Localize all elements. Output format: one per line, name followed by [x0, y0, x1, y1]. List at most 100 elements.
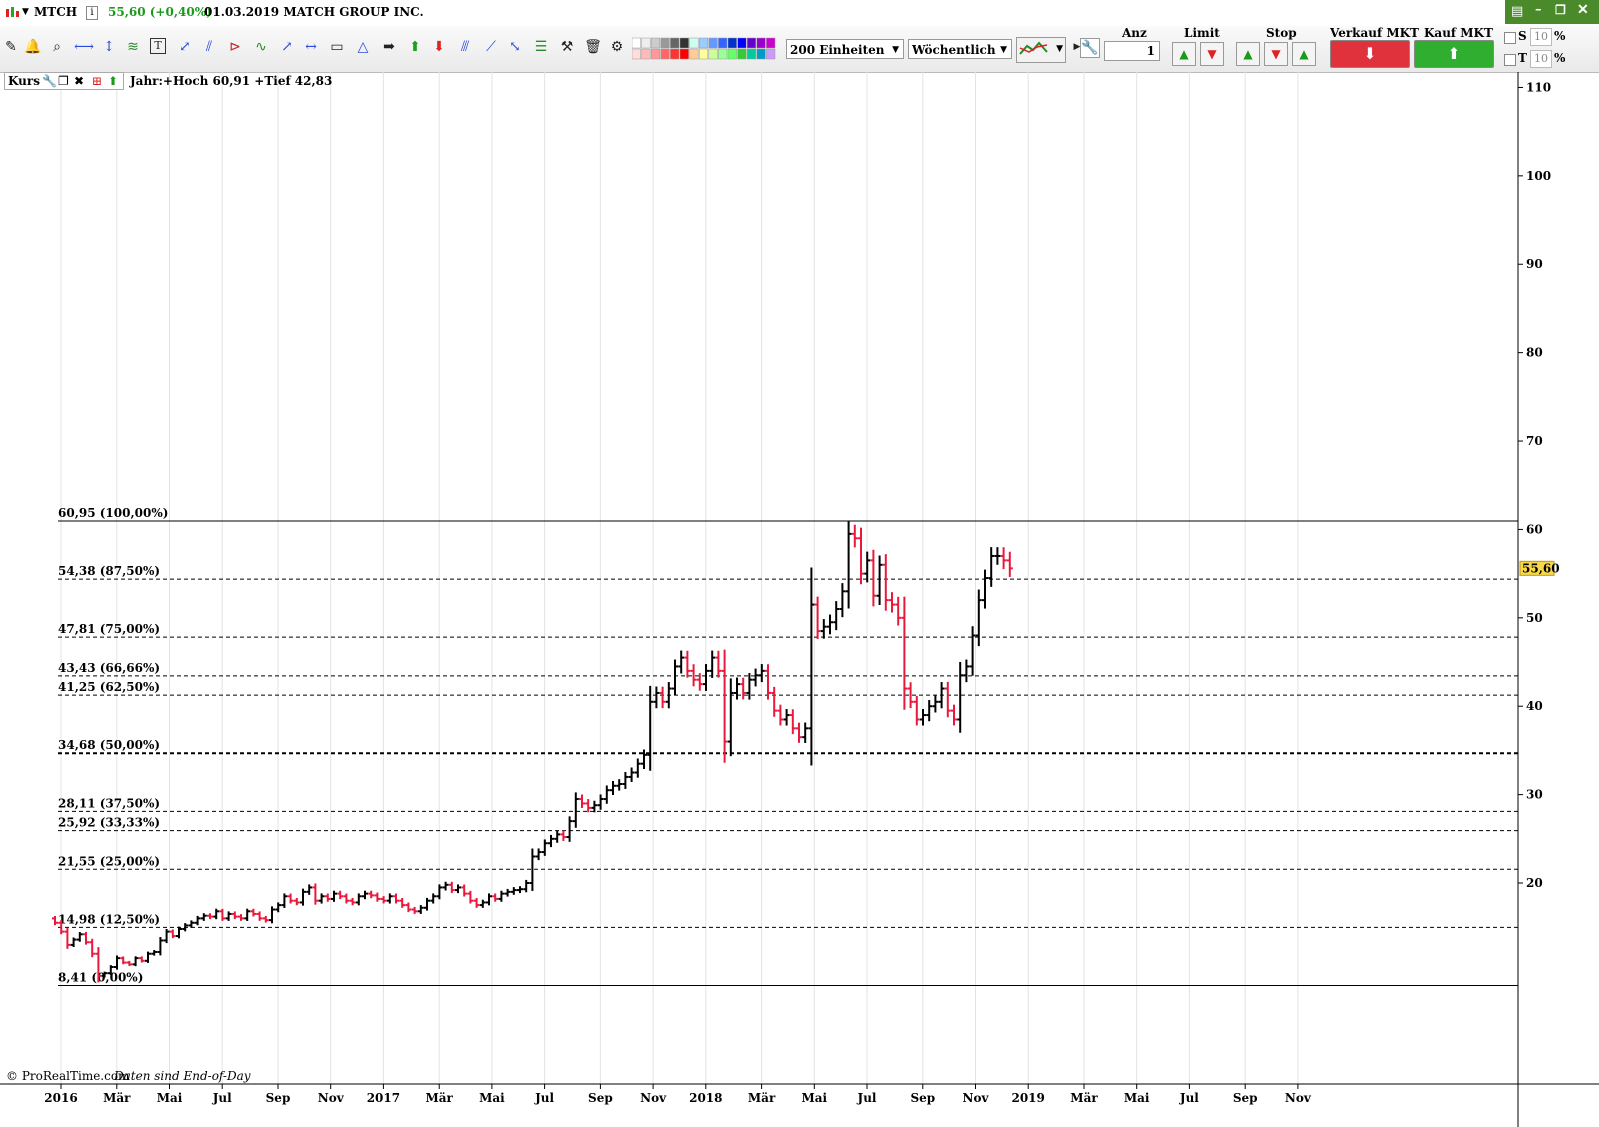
color-swatch [708, 48, 718, 60]
x-tick-label: Mär [748, 1091, 776, 1105]
tools-icon[interactable]: ⚒ [558, 38, 576, 56]
s-checkbox[interactable] [1504, 32, 1516, 44]
arrow-down-icon[interactable]: ⬇ [430, 38, 448, 56]
t-value-input[interactable]: 10 [1530, 50, 1552, 68]
x-tick-label: Mär [103, 1091, 131, 1105]
chart-style-icon [1019, 41, 1048, 55]
color-palette[interactable] [632, 37, 780, 61]
trash-icon[interactable]: 🗑 [584, 38, 602, 56]
quantity-input[interactable]: 1 [1104, 41, 1160, 61]
y-tick-label: 110 [1526, 80, 1551, 94]
fib-level-label: 41,25 (62,50%) [58, 680, 160, 694]
text-indicator-icon[interactable]: ≋ [124, 38, 142, 56]
color-swatch [737, 37, 747, 49]
fib-level-label: 25,92 (33,33%) [58, 816, 160, 830]
wrench-icon[interactable]: 🔧 [42, 74, 57, 88]
x-tick-label: Nov [318, 1091, 345, 1105]
x-tick-label: Mär [426, 1091, 454, 1105]
channel-icon[interactable]: ⫽ [200, 38, 218, 56]
t-checkbox[interactable] [1504, 54, 1516, 66]
buy-market-button[interactable]: ⬆ [1414, 40, 1494, 68]
expand-icon[interactable]: ⬆ [108, 74, 118, 88]
wave-icon[interactable]: ∿ [252, 38, 270, 56]
color-swatch [708, 37, 718, 49]
text-tool-icon[interactable]: T [150, 38, 166, 54]
gann-fan-icon[interactable]: ⫻ [456, 38, 474, 56]
color-swatch [766, 48, 776, 60]
close-icon[interactable]: ✖ [74, 74, 84, 88]
restore-icon[interactable]: ❐ [1555, 3, 1566, 17]
x-tick-label: Jul [534, 1091, 554, 1105]
y-tick-label: 90 [1526, 257, 1543, 271]
color-swatch [679, 37, 689, 49]
x-tick-label: Nov [640, 1091, 667, 1105]
symbol-label[interactable]: MTCH [34, 5, 77, 19]
chart-type-button[interactable]: ▼ [1016, 37, 1066, 63]
anz-label: Anz [1122, 26, 1147, 40]
pencil-icon[interactable]: ✎ [2, 38, 20, 56]
s-pct-label: % [1554, 29, 1566, 43]
rectangle-icon[interactable]: ▭ [328, 38, 346, 56]
buy-arrow-icon: ⬆ [1447, 44, 1461, 63]
color-swatch [650, 48, 661, 60]
fib-level-label: 14,98 (12,50%) [58, 912, 160, 926]
plus-icon[interactable]: ⊞ [92, 74, 102, 88]
x-tick-label: Mai [1124, 1091, 1150, 1105]
close-icon[interactable]: ✕ [1577, 2, 1589, 18]
color-swatch [718, 37, 728, 49]
copyright-text: © ProRealTime.com [6, 1069, 130, 1083]
window-controls: ▤ – ❐ ✕ [1505, 0, 1599, 24]
info-icon[interactable]: i [86, 6, 98, 20]
vertical-line-icon[interactable]: ↕ [100, 38, 118, 56]
ray-icon[interactable]: ↗ [278, 38, 296, 56]
x-tick-label: Jul [212, 1091, 232, 1105]
s-value-input[interactable]: 10 [1530, 28, 1552, 46]
arrow-right-icon[interactable]: ➡ [380, 38, 398, 56]
period-select[interactable]: Wöchentlich ▼ [908, 39, 1012, 59]
x-tick-label: Sep [1233, 1091, 1258, 1105]
color-swatch [698, 37, 709, 49]
horizontal-line-icon[interactable]: ⟷ [74, 38, 94, 56]
stop-label: Stop [1266, 26, 1297, 40]
trendline-icon[interactable]: ⤢ [176, 38, 194, 56]
measure-icon[interactable]: ↔ [302, 38, 320, 56]
stop-sell-button[interactable]: ▼ [1264, 42, 1288, 66]
last-price-label: 55,60 [1522, 561, 1560, 575]
fan-icon[interactable]: ⊳ [226, 38, 244, 56]
y-tick-label: 60 [1526, 522, 1543, 536]
stop-trailing-button[interactable]: ▲ [1292, 42, 1316, 66]
limit-buy-button[interactable]: ▲ [1172, 42, 1196, 66]
sell-market-button[interactable]: ⬇ [1330, 40, 1410, 68]
zoom-icon[interactable]: ⌕ [48, 38, 66, 56]
units-select[interactable]: 200 Einheiten ▼ [786, 39, 904, 59]
gann-line-icon[interactable]: ⟋ [482, 38, 500, 56]
color-swatch [727, 48, 737, 60]
stop-buy-button[interactable]: ▲ [1236, 42, 1260, 66]
duplicate-icon[interactable]: ❐ [58, 74, 69, 88]
color-swatch [641, 48, 651, 60]
data-note: Daten sind End-of-Day [113, 1069, 251, 1083]
minimize-icon[interactable]: – [1535, 2, 1542, 17]
color-swatch [660, 37, 670, 49]
color-swatch [641, 37, 651, 49]
x-tick-label: Sep [266, 1091, 291, 1105]
price-chart[interactable]: 113,49 (200,00%)60,95 (100,00%)54,38 (87… [0, 72, 1599, 1127]
alert-bell-icon[interactable]: 🔔 [24, 38, 42, 56]
color-swatch [737, 48, 747, 60]
color-swatch [718, 48, 728, 60]
color-swatch [698, 48, 709, 60]
fibonacci-icon[interactable]: ☰ [532, 38, 550, 56]
x-tick-label: 2019 [1011, 1091, 1044, 1105]
regression-icon[interactable]: ⤡ [506, 38, 524, 56]
keyboard-icon[interactable]: ▤ [1511, 4, 1523, 19]
wrench-icon[interactable]: 🔧 [1080, 38, 1100, 58]
arrow-up-icon[interactable]: ⬆ [406, 38, 424, 56]
candlestick-icon[interactable] [4, 5, 20, 21]
triangle-icon[interactable]: △ [354, 38, 372, 56]
price-change: 55,60 (+0,40%) [108, 5, 212, 19]
limit-sell-button[interactable]: ▼ [1200, 42, 1224, 66]
fib-level-label: 43,43 (66,66%) [58, 661, 160, 675]
chevron-down-icon: ▼ [1000, 45, 1007, 55]
chevron-down-icon[interactable]: ▼ [22, 7, 29, 17]
settings-icon[interactable]: ⚙ [608, 38, 626, 56]
